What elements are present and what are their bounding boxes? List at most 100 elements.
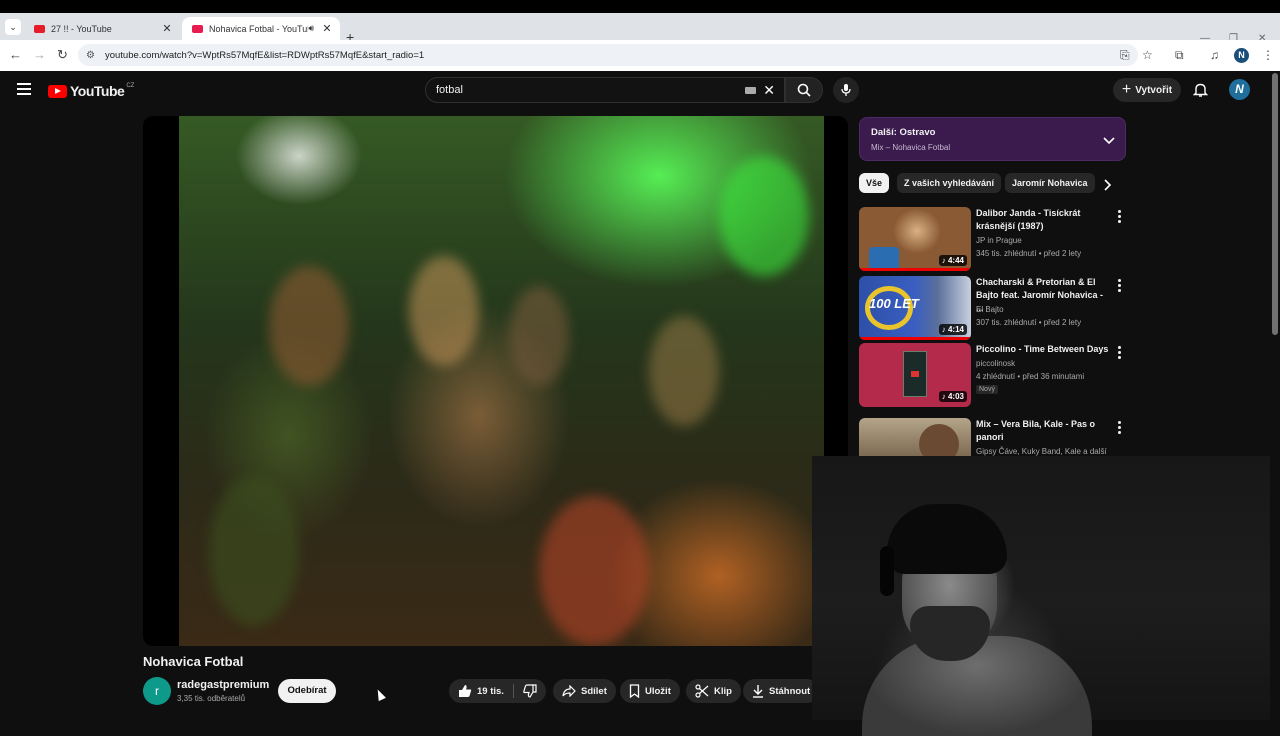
like-button[interactable]: 19 tis. [458, 684, 504, 698]
youtube-favicon-icon [34, 24, 45, 33]
headphones-icon [880, 546, 894, 596]
back-icon[interactable]: ← [9, 47, 22, 62]
microphone-icon [841, 84, 851, 96]
webcam-overlay [812, 456, 1270, 736]
search-input[interactable]: fotbal ✕ [425, 77, 785, 103]
watch-progress-bar [859, 268, 971, 271]
like-dislike-group: 19 tis. [449, 679, 546, 703]
recommendation-meta: 345 tis. zhlédnutí • před 2 lety [976, 249, 1082, 258]
duration-badge: ♪ 4:03 [938, 391, 967, 402]
page-scrollbar[interactable] [1270, 71, 1280, 720]
save-button[interactable]: Uložit [620, 679, 680, 703]
url-bar[interactable]: ⚙︎ youtube.com/watch?v=WptRs57MqfE&list=… [78, 44, 1138, 66]
site-info-icon[interactable]: ⚙︎ [86, 50, 95, 61]
video-thumbnail[interactable]: ♪ 4:44 [859, 207, 971, 271]
tab-search-dropdown-icon[interactable]: ⌄ [5, 19, 21, 35]
recommendation-title: Piccolino - Time Between Days [976, 344, 1109, 354]
video-player[interactable] [143, 116, 848, 646]
chip-jaromir-nohavica[interactable]: Jaromír Nohavica [1005, 173, 1095, 193]
share-button[interactable]: Sdílet [553, 679, 616, 703]
youtube-wordmark: YouTube [70, 83, 125, 99]
voice-search-button[interactable] [833, 77, 859, 103]
download-icon [753, 685, 763, 698]
new-badge: Nový [976, 385, 998, 394]
browser-toolbar: ← → ↻ ⚙︎ youtube.com/watch?v=WptRs57MqfE… [0, 40, 1280, 71]
extensions-icon[interactable]: ⧉ [1175, 48, 1184, 63]
create-label: Vytvořit [1135, 84, 1173, 96]
search-button[interactable] [785, 77, 823, 103]
scrollbar-thumb[interactable] [1272, 73, 1278, 335]
clear-search-icon[interactable]: ✕ [763, 82, 775, 99]
browser-menu-icon[interactable]: ⋮ [1262, 48, 1274, 62]
share-label: Sdílet [581, 685, 607, 697]
share-icon [562, 685, 576, 697]
keyboard-icon[interactable] [745, 87, 756, 94]
recommendation-item[interactable]: ♪ 4:03 Piccolino - Time Between Days pic… [859, 343, 1134, 407]
create-button[interactable]: + Vytvořit [1113, 78, 1181, 102]
thumbnail-text: 100 LET [869, 296, 919, 311]
more-options-icon[interactable] [1118, 346, 1122, 361]
divider [512, 684, 514, 698]
account-avatar[interactable]: N [1229, 79, 1250, 100]
recommendation-title: Mix – Vera Bila, Kale - Pas o panori [976, 419, 1096, 442]
browser-profile-avatar[interactable]: N [1234, 48, 1249, 63]
plus-icon: + [1121, 81, 1132, 98]
recommendation-item[interactable]: ♪ 4:44 Dalibor Janda - Tisíckrát krásněj… [859, 207, 1134, 271]
recommendation-channel[interactable]: Gipsy Čáve, Kuky Band, Kale a další [976, 447, 1107, 456]
recommendation-channel[interactable]: JP in Prague [976, 236, 1022, 245]
recommendation-channel[interactable]: piccolinosk [976, 359, 1015, 368]
reload-icon[interactable]: ↻ [57, 47, 68, 63]
recommendation-channel[interactable]: El Bajto [976, 305, 1004, 314]
playlist-next-panel[interactable]: Další: Ostravo Mix – Nohavica Fotbal [859, 117, 1126, 161]
search-query: fotbal [436, 84, 463, 96]
recommendation-title: Dalibor Janda - Tisíckrát krásnější (198… [976, 208, 1081, 231]
media-controls-icon[interactable]: ♫ [1210, 48, 1219, 62]
duration-badge: ♪ 4:14 [938, 324, 967, 335]
browser-tab-active[interactable]: Nohavica Fotbal - YouTube 🔊︎ ✕ [182, 17, 340, 40]
install-app-icon[interactable]: ⎘ [1120, 48, 1130, 63]
recommendation-item[interactable]: 100 LET ♪ 4:14 Chacharski & Pretorian & … [859, 276, 1134, 340]
browser-tab-inactive[interactable]: 27 !! - YouTube ✕ [24, 17, 180, 40]
next-up-subtitle: Mix – Nohavica Fotbal [871, 143, 951, 152]
tab-title: 27 !! - YouTube [51, 23, 112, 34]
video-title: Nohavica Fotbal [143, 654, 244, 669]
download-button[interactable]: Stáhnout [743, 679, 820, 703]
search-icon [797, 83, 811, 97]
save-label: Uložit [645, 685, 671, 697]
chip-all[interactable]: Vše [859, 173, 890, 193]
bookmark-icon [629, 684, 640, 698]
channel-avatar[interactable]: r [143, 677, 171, 705]
clip-button[interactable]: Klip [686, 679, 741, 703]
more-options-icon[interactable] [1118, 421, 1122, 436]
channel-name[interactable]: radegastpremium [177, 679, 269, 691]
watch-progress-bar [859, 337, 971, 340]
more-options-icon[interactable] [1118, 279, 1122, 294]
youtube-favicon-icon [192, 24, 203, 33]
close-tab-icon[interactable]: ✕ [320, 22, 334, 35]
forward-icon[interactable]: → [33, 47, 46, 62]
screen-top-strip [0, 0, 1280, 13]
chevron-down-icon[interactable] [1103, 132, 1115, 150]
speaker-icon[interactable]: 🔊︎ [308, 23, 314, 34]
notifications-bell-icon[interactable] [1192, 82, 1209, 103]
recommendation-meta: 307 tis. zhlédnutí • před 2 lety [976, 318, 1082, 327]
youtube-play-icon [48, 84, 67, 98]
recommendation-meta: 4 zhlédnutí • před 36 minutami [976, 372, 1085, 381]
youtube-logo[interactable]: YouTube CZ [48, 83, 134, 99]
bookmark-star-icon[interactable]: ☆ [1142, 48, 1153, 62]
video-frame [179, 116, 824, 646]
mouse-cursor [374, 687, 386, 702]
menu-icon[interactable] [17, 83, 31, 98]
subscribe-button[interactable]: Odebírat [278, 679, 336, 703]
like-count: 19 tis. [477, 685, 504, 697]
scissors-icon [695, 684, 709, 698]
duration-badge: ♪ 4:44 [938, 255, 967, 266]
close-tab-icon[interactable]: ✕ [160, 22, 174, 35]
video-thumbnail[interactable]: 100 LET ♪ 4:14 [859, 276, 971, 340]
dislike-button[interactable] [523, 684, 537, 698]
video-thumbnail[interactable]: ♪ 4:03 [859, 343, 971, 407]
youtube-header: YouTube CZ fotbal ✕ + Vytvořit N [0, 71, 1270, 111]
chip-from-searches[interactable]: Z vašich vyhledávání [897, 173, 1002, 193]
more-options-icon[interactable] [1118, 210, 1122, 225]
chevron-right-icon[interactable] [1104, 178, 1112, 196]
